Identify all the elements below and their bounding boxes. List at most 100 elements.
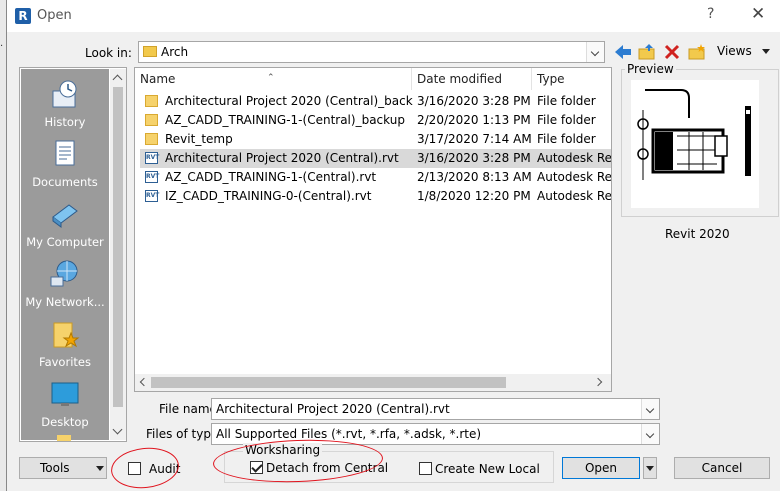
cancel-button[interactable]: Cancel	[674, 457, 770, 479]
delete-icon[interactable]	[662, 43, 682, 61]
file-row[interactable]: Architectural Project 2020 (Central)_bac…	[140, 92, 611, 111]
help-button[interactable]: ?	[707, 6, 714, 22]
favorites-icon	[53, 322, 80, 348]
horizontal-scrollbar[interactable]	[135, 374, 611, 391]
network-icon	[50, 260, 78, 287]
views-menu[interactable]: Views	[717, 44, 752, 58]
open-dialog: R Open ? ✕ Look in: Arch Views History D…	[6, 0, 780, 491]
computer-icon	[52, 204, 78, 228]
place-label: Desktop	[41, 415, 89, 429]
column-name-label: Name	[140, 72, 176, 86]
file-name: AZ_CADD_TRAINING-1-(Central)_backup	[165, 113, 405, 127]
desktop-icon	[51, 382, 79, 406]
place-history[interactable]: History	[21, 73, 109, 133]
revit-app-icon: R	[15, 8, 31, 24]
look-in-combo[interactable]: Arch	[138, 41, 605, 63]
places-scrollbar[interactable]	[110, 69, 126, 440]
scroll-left-icon[interactable]	[139, 377, 149, 387]
file-name: Architectural Project 2020 (Central).rvt	[165, 151, 399, 165]
rvt-file-icon: RVT	[145, 190, 159, 202]
place-partial	[21, 433, 109, 441]
folder-icon	[57, 435, 71, 441]
scroll-up-icon[interactable]	[112, 74, 123, 85]
look-in-value: Arch	[161, 45, 189, 59]
tools-label: Tools	[40, 461, 70, 475]
scroll-right-icon[interactable]	[593, 377, 603, 387]
sort-ascending-icon: ⌃	[267, 73, 275, 83]
place-favorites[interactable]: Favorites	[21, 313, 109, 373]
annotation-circle-audit	[109, 444, 181, 491]
back-arrow-icon[interactable]	[613, 43, 633, 61]
file-name: AZ_CADD_TRAINING-1-(Central).rvt	[165, 170, 377, 184]
file-row[interactable]: Revit_temp 3/17/2020 7:14 AM File folder	[140, 130, 611, 149]
place-documents[interactable]: Documents	[21, 133, 109, 193]
file-row[interactable]: AZ_CADD_TRAINING-1-(Central)_backup 2/20…	[140, 111, 611, 130]
open-options-button[interactable]	[643, 457, 657, 479]
places-list: History Documents My Computer My Network…	[21, 69, 109, 441]
file-type: Autodesk Revi	[537, 151, 612, 165]
scroll-down-icon[interactable]	[112, 424, 123, 435]
file-row[interactable]: RVT AZ_CADD_TRAINING-1-(Central).rvt 2/1…	[140, 168, 612, 187]
chevron-down-icon[interactable]	[641, 399, 659, 419]
preview-thumbnail	[631, 80, 759, 208]
place-label: Favorites	[39, 355, 91, 369]
column-type[interactable]: Type	[532, 68, 611, 90]
file-date: 1/8/2020 12:20 PM	[417, 189, 531, 203]
column-date[interactable]: Date modified	[412, 68, 532, 90]
scroll-thumb[interactable]	[151, 377, 506, 388]
chevron-down-icon[interactable]	[641, 424, 659, 444]
file-name-input[interactable]: Architectural Project 2020 (Central).rvt	[211, 398, 660, 420]
file-row-selected[interactable]: RVT Architectural Project 2020 (Central)…	[140, 149, 612, 168]
rvt-file-icon: RVT	[145, 171, 159, 183]
chevron-down-icon[interactable]	[586, 42, 604, 62]
close-button[interactable]: ✕	[751, 4, 765, 24]
place-desktop[interactable]: Desktop	[21, 373, 109, 433]
history-icon	[52, 80, 77, 108]
folder-icon	[145, 133, 158, 145]
file-date: 3/16/2020 3:28 PM	[417, 151, 531, 165]
file-date: 3/16/2020 3:28 PM	[417, 94, 531, 108]
file-list: Name ⌃ Date modified Type Architectural …	[134, 67, 612, 392]
places-bar: History Documents My Computer My Network…	[19, 67, 127, 442]
file-type-value: All Supported Files (*.rvt, *.rfa, *.ads…	[216, 427, 482, 441]
folder-icon	[145, 114, 158, 126]
file-name: Architectural Project 2020 (Central)_bac…	[165, 94, 413, 108]
place-label: My Computer	[26, 235, 104, 249]
file-name: IZ_CADD_TRAINING-0-(Central).rvt	[165, 189, 372, 203]
file-row[interactable]: RVT IZ_CADD_TRAINING-0-(Central).rvt 1/8…	[140, 187, 612, 206]
floor-plan-drawing	[637, 89, 751, 180]
place-label: My Network...	[25, 295, 105, 309]
window-title: Open	[37, 8, 72, 23]
file-type: Autodesk Revi	[537, 170, 612, 184]
new-folder-icon[interactable]	[687, 43, 707, 61]
documents-icon	[55, 140, 75, 166]
rvt-file-icon: RVT	[145, 152, 159, 164]
open-button[interactable]: Open	[562, 457, 640, 479]
tools-button[interactable]: Tools	[19, 457, 107, 479]
preview-caption: Revit 2020	[665, 227, 730, 241]
place-label: Documents	[32, 175, 98, 189]
folder-icon	[145, 95, 158, 107]
place-my-computer[interactable]: My Computer	[21, 193, 109, 253]
file-name: Revit_temp	[165, 132, 233, 146]
column-name[interactable]: Name ⌃	[135, 68, 412, 90]
file-date: 3/17/2020 7:14 AM	[417, 132, 532, 146]
tools-dropdown-icon	[96, 466, 104, 471]
scroll-thumb[interactable]	[113, 87, 123, 407]
place-label: History	[44, 115, 86, 129]
place-my-network[interactable]: My Network...	[21, 253, 109, 313]
create-local-checkbox[interactable]	[419, 462, 432, 475]
views-dropdown-icon[interactable]	[762, 49, 770, 54]
create-local-label: Create New Local	[435, 462, 540, 476]
file-type: Autodesk Revi	[537, 189, 612, 203]
file-date: 2/20/2020 1:13 PM	[417, 113, 531, 127]
file-type: File folder	[537, 113, 596, 127]
file-date: 2/13/2020 8:13 AM	[417, 170, 532, 184]
look-in-label: Look in:	[85, 46, 132, 60]
file-type: File folder	[537, 94, 596, 108]
preview-label: Preview	[625, 62, 676, 76]
file-name-value: Architectural Project 2020 (Central).rvt	[216, 402, 450, 416]
folder-icon	[143, 46, 157, 57]
open-dropdown-icon	[646, 466, 654, 471]
up-folder-icon[interactable]	[637, 43, 657, 61]
